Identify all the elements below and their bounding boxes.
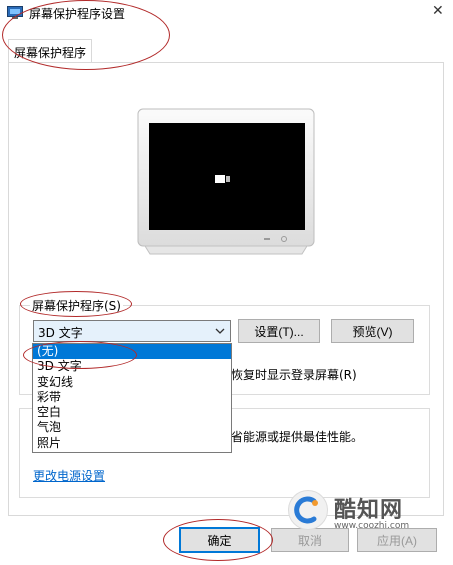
watermark-logo-icon [288,490,328,530]
tab-screensaver[interactable]: 屏幕保护程序 [8,39,92,63]
settings-button[interactable]: 设置(T)... [238,319,320,343]
app-icon [7,6,23,20]
window-title: 屏幕保护程序设置 [29,7,126,21]
chevron-down-icon [215,325,225,339]
screensaver-dropdown-list: (无) 3D 文字 变幻线 彩带 空白 气泡 照片 [32,343,232,453]
dropdown-option-photos[interactable]: 照片 [33,436,231,451]
dropdown-option-blank[interactable]: 空白 [33,405,231,420]
preview-button[interactable]: 预览(V) [331,319,414,343]
screensaver-selected-value: 3D 文字 [38,326,83,340]
resume-checkbox-label[interactable]: 恢复时显示登录屏幕(R) [231,366,357,383]
dropdown-option-none[interactable]: (无) [33,344,231,360]
screensaver-group-label: 屏幕保护程序(S) [30,297,123,314]
watermark-url: www.coozhi.com [334,521,410,531]
screensaver-select[interactable]: 3D 文字 [33,320,231,342]
close-icon[interactable]: ✕ [432,3,444,19]
ok-button[interactable]: 确定 [179,527,260,553]
dropdown-option-mystify[interactable]: 彩带 [33,390,231,405]
dropdown-option-3d-text[interactable]: 3D 文字 [33,359,231,374]
dropdown-option-bubbles[interactable]: 气泡 [33,420,231,435]
watermark: 酷知网 www.coozhi.com [286,486,450,538]
tab-label: 屏幕保护程序 [14,46,87,60]
power-description: 省能源或提供最佳性能。 [231,430,364,444]
dropdown-option-ribbons[interactable]: 变幻线 [33,375,231,390]
monitor-preview [137,108,315,258]
change-power-settings-link[interactable]: 更改电源设置 [33,467,105,484]
watermark-brand: 酷知网 [334,498,404,523]
